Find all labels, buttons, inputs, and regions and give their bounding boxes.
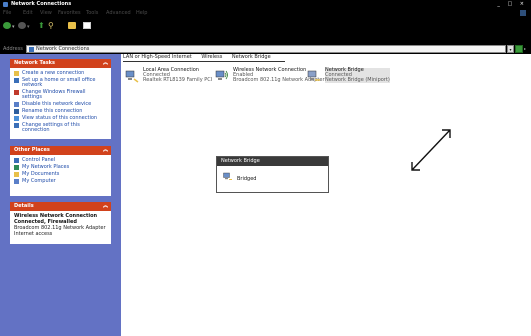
settings-icon bbox=[14, 123, 19, 128]
place-control-panel[interactable]: Control Panel bbox=[14, 158, 107, 163]
task-label: Change settings of this connection bbox=[22, 122, 80, 133]
network-tasks-title: Network Tasks bbox=[14, 60, 55, 66]
wireless-connection-icon bbox=[215, 70, 228, 80]
status-icon bbox=[14, 116, 19, 121]
menu-favorites[interactable]: Favorites bbox=[58, 10, 81, 16]
task-pane: Network Tasks ︽ Create a new connection … bbox=[0, 54, 121, 336]
menu-bar: File Edit View Favorites Tools Advanced … bbox=[0, 9, 531, 18]
address-label: Address bbox=[3, 46, 23, 52]
connection-device: Network Bridge (Miniport) bbox=[325, 77, 390, 83]
place-network-places[interactable]: My Network Places bbox=[14, 165, 107, 170]
menu-advanced[interactable]: Advanced bbox=[106, 10, 131, 16]
window-controls[interactable]: _ □ × bbox=[497, 1, 527, 7]
place-label: Control Panel bbox=[22, 157, 56, 163]
address-input[interactable]: Network Connections bbox=[26, 45, 506, 53]
task-firewall[interactable]: Change Windows Firewall settings bbox=[14, 90, 107, 100]
menu-tools[interactable]: Tools bbox=[86, 10, 98, 16]
my-computer-icon bbox=[14, 179, 19, 184]
details-panel: Details ︽ Wireless Network Connection Co… bbox=[10, 202, 111, 244]
firewall-icon bbox=[14, 90, 19, 95]
home-network-icon bbox=[14, 78, 19, 83]
connection-item-lan[interactable]: Local Area Connection Connected Realtek … bbox=[125, 68, 213, 92]
connection-item-bridge[interactable]: Network Bridge Connected Network Bridge … bbox=[307, 68, 407, 92]
network-connections-icon bbox=[29, 47, 34, 52]
search-icon[interactable]: ⚲ bbox=[48, 21, 54, 30]
task-label: Rename this connection bbox=[22, 108, 83, 114]
place-label: My Network Places bbox=[22, 164, 70, 170]
network-tasks-panel: Network Tasks ︽ Create a new connection … bbox=[10, 59, 111, 139]
chevron-up-icon[interactable]: ︽ bbox=[103, 59, 108, 68]
up-folder-icon[interactable]: ⬆ bbox=[38, 21, 45, 30]
toolbar: ▾ ▾ ⬆ ⚲ bbox=[0, 18, 531, 32]
task-label: View status of this connection bbox=[22, 115, 98, 121]
menu-view[interactable]: View bbox=[40, 10, 52, 16]
task-label: Create a new connection bbox=[22, 70, 85, 76]
windows-flag-icon bbox=[520, 10, 526, 16]
task-create-connection[interactable]: Create a new connection bbox=[14, 71, 107, 76]
group-header-bridge: Network Bridge bbox=[231, 54, 271, 60]
network-tasks-header[interactable]: Network Tasks ︽ bbox=[10, 59, 111, 68]
rename-icon bbox=[14, 109, 19, 114]
menu-edit[interactable]: Edit bbox=[23, 10, 33, 16]
views-icon[interactable] bbox=[83, 22, 91, 29]
chevron-up-icon[interactable]: ︽ bbox=[103, 202, 108, 211]
forward-dropdown-icon[interactable]: ▾ bbox=[27, 24, 30, 30]
group-header-lan: LAN or High-Speed Internet bbox=[123, 54, 192, 60]
task-label: Change Windows Firewall settings bbox=[22, 89, 86, 100]
bridge-popup: Network Bridge Bridged bbox=[216, 156, 329, 193]
details-title: Details bbox=[14, 203, 34, 209]
disable-device-icon bbox=[14, 102, 19, 107]
my-documents-icon bbox=[14, 172, 19, 177]
address-value: Network Connections bbox=[36, 46, 90, 52]
task-label: Set up a home or small office network bbox=[22, 77, 96, 88]
forward-button[interactable] bbox=[18, 22, 26, 29]
connections-view: LAN or High-Speed Internet Wireless Netw… bbox=[121, 54, 531, 336]
chevron-up-icon[interactable]: ︽ bbox=[103, 146, 108, 155]
connection-device: Realtek RTL8139 Family PCI bbox=[143, 77, 213, 83]
back-button[interactable] bbox=[3, 22, 11, 29]
task-home-network[interactable]: Set up a home or small office network bbox=[14, 78, 107, 88]
title-bar: Network Connections _ □ × bbox=[0, 0, 531, 9]
address-bar: Address Network Connections ▾ ▸ bbox=[0, 44, 531, 54]
place-label: My Computer bbox=[22, 178, 56, 184]
folders-icon[interactable] bbox=[68, 22, 76, 29]
menu-help[interactable]: Help bbox=[136, 10, 147, 16]
group-header: LAN or High-Speed Internet Wireless Netw… bbox=[123, 54, 285, 62]
go-arrow-icon: ▸ bbox=[524, 46, 527, 51]
window-title: Network Connections bbox=[11, 1, 72, 7]
control-panel-icon bbox=[14, 158, 19, 163]
network-places-icon bbox=[14, 165, 19, 170]
connection-item-wireless[interactable]: Wireless Network Connection Enabled Broa… bbox=[215, 68, 325, 92]
place-my-computer[interactable]: My Computer bbox=[14, 179, 107, 184]
address-dropdown-button[interactable]: ▾ bbox=[507, 45, 514, 53]
network-connections-icon bbox=[3, 2, 8, 7]
popup-item-label[interactable]: Bridged bbox=[237, 176, 256, 182]
other-places-panel: Other Places ︽ Control Panel My Network … bbox=[10, 146, 111, 196]
new-connection-icon bbox=[14, 71, 19, 76]
task-label: Disable this network device bbox=[22, 101, 92, 107]
other-places-title: Other Places bbox=[14, 147, 50, 153]
double-arrow-icon bbox=[411, 129, 451, 171]
back-dropdown-icon[interactable]: ▾ bbox=[12, 24, 15, 30]
other-places-header[interactable]: Other Places ︽ bbox=[10, 146, 111, 155]
task-rename[interactable]: Rename this connection bbox=[14, 109, 107, 114]
popup-title: Network Bridge bbox=[217, 157, 328, 166]
place-my-documents[interactable]: My Documents bbox=[14, 172, 107, 177]
details-access: Internet access bbox=[14, 231, 53, 237]
network-bridge-icon bbox=[307, 70, 320, 81]
task-change-settings[interactable]: Change settings of this connection bbox=[14, 123, 107, 133]
bridged-connection-icon bbox=[223, 172, 232, 180]
details-header[interactable]: Details ︽ bbox=[10, 202, 111, 211]
go-button[interactable] bbox=[515, 45, 523, 53]
task-disable-device[interactable]: Disable this network device bbox=[14, 102, 107, 107]
group-header-wireless: Wireless bbox=[201, 54, 223, 60]
lan-connection-icon bbox=[125, 70, 139, 83]
task-view-status[interactable]: View status of this connection bbox=[14, 116, 107, 121]
place-label: My Documents bbox=[22, 171, 60, 177]
menu-file[interactable]: File bbox=[3, 10, 11, 16]
